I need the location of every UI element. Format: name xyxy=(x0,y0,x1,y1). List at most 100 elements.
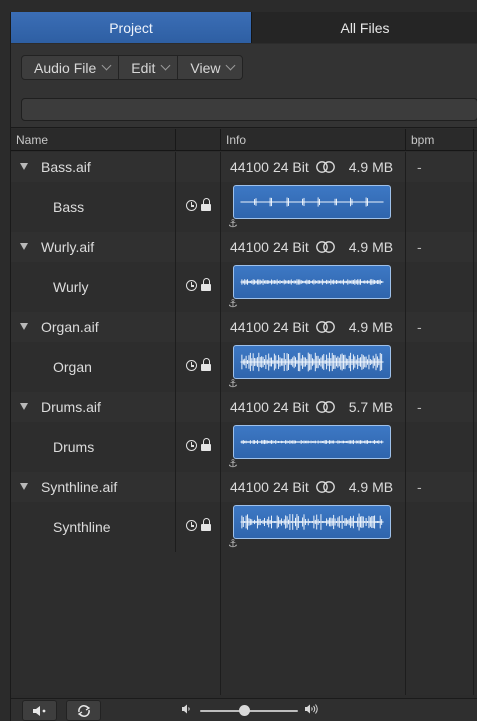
file-info: 44100 24 Bit 4.9 MB xyxy=(230,472,393,502)
column-header-info-label: Info xyxy=(226,133,247,147)
anchor-icon[interactable]: ⚓ xyxy=(228,218,238,230)
file-name: Wurly.aif xyxy=(41,239,95,255)
bpm-value: - xyxy=(417,399,422,415)
disclosure-triangle-icon[interactable] xyxy=(20,483,28,490)
region-name: Organ xyxy=(53,359,92,375)
tab-bar: Project All Files xyxy=(11,12,477,43)
bit-depth: 24 Bit xyxy=(272,239,309,255)
clock-icon[interactable] xyxy=(186,440,197,451)
menu-group: Audio File Edit View xyxy=(21,55,244,80)
preview-button[interactable] xyxy=(22,700,57,721)
column-header-bpm[interactable]: bpm xyxy=(406,129,474,151)
empty-list-area xyxy=(11,552,477,695)
clock-icon[interactable] xyxy=(186,200,197,211)
file-row[interactable]: Drums.aif 44100 24 Bit 5.7 MB - xyxy=(11,392,477,422)
clock-icon[interactable] xyxy=(186,360,197,371)
loop-button[interactable] xyxy=(66,700,101,721)
sample-rate: 44100 xyxy=(230,159,269,175)
clock-icon[interactable] xyxy=(186,280,197,291)
waveform-thumbnail[interactable] xyxy=(233,425,391,459)
bit-depth: 24 Bit xyxy=(272,479,309,495)
region-row[interactable]: Synthline ⚓ xyxy=(11,502,477,552)
file-size: 5.7 MB xyxy=(348,399,394,415)
column-header-name[interactable]: Name xyxy=(11,129,176,151)
audio-file-menu[interactable]: Audio File xyxy=(22,56,120,79)
clock-icon[interactable] xyxy=(186,520,197,531)
volume-low-icon xyxy=(182,704,190,714)
view-menu[interactable]: View xyxy=(178,56,242,79)
unlock-icon[interactable] xyxy=(201,198,212,212)
file-row[interactable]: Wurly.aif 44100 24 Bit 4.9 MB - xyxy=(11,232,477,262)
region-name: Drums xyxy=(53,439,95,455)
disclosure-triangle-icon[interactable] xyxy=(20,323,28,330)
volume-slider-thumb[interactable] xyxy=(239,705,251,716)
anchor-icon[interactable]: ⚓ xyxy=(228,538,238,550)
column-header-info[interactable]: Info xyxy=(221,129,406,151)
bpm-value: - xyxy=(417,319,422,335)
stereo-rings-icon xyxy=(315,241,335,253)
file-size: 4.9 MB xyxy=(348,479,394,495)
anchor-icon[interactable]: ⚓ xyxy=(228,458,238,470)
file-name: Synthline.aif xyxy=(41,479,118,495)
region-name: Wurly xyxy=(53,279,89,295)
disclosure-triangle-icon[interactable] xyxy=(20,403,28,410)
edit-menu[interactable]: Edit xyxy=(119,56,179,79)
file-name: Organ.aif xyxy=(41,319,99,335)
unlock-icon[interactable] xyxy=(201,278,212,292)
file-info: 44100 24 Bit 4.9 MB xyxy=(230,152,393,182)
waveform-thumbnail[interactable] xyxy=(233,505,391,539)
file-info: 44100 24 Bit 5.7 MB xyxy=(230,392,393,422)
search-input[interactable] xyxy=(21,98,477,121)
bpm-value: - xyxy=(417,159,422,175)
region-name: Bass xyxy=(53,199,85,215)
chevron-down-icon xyxy=(101,60,112,71)
tab-all-files[interactable]: All Files xyxy=(251,12,477,43)
stereo-rings-icon xyxy=(315,481,335,493)
file-size: 4.9 MB xyxy=(348,159,394,175)
waveform-thumbnail[interactable] xyxy=(233,345,391,379)
sample-rate: 44100 xyxy=(230,399,269,415)
loop-icon xyxy=(77,704,90,717)
region-row[interactable]: Bass ⚓ xyxy=(11,182,477,232)
unlock-icon[interactable] xyxy=(201,358,212,372)
column-header-blank xyxy=(176,129,221,151)
tab-project[interactable]: Project xyxy=(11,12,251,43)
bit-depth: 24 Bit xyxy=(272,399,309,415)
file-info: 44100 24 Bit 4.9 MB xyxy=(230,232,393,262)
file-name: Drums.aif xyxy=(41,399,101,415)
speaker-icon xyxy=(32,705,45,716)
file-row[interactable]: Bass.aif 44100 24 Bit 4.9 MB - xyxy=(11,152,477,182)
sample-rate: 44100 xyxy=(230,479,269,495)
bpm-value: - xyxy=(417,479,422,495)
disclosure-triangle-icon[interactable] xyxy=(20,163,28,170)
edit-menu-label: Edit xyxy=(131,59,156,76)
project-browser: Project All Files Audio File Edit View N… xyxy=(10,12,477,721)
region-row[interactable]: Organ ⚓ xyxy=(11,342,477,392)
toolbar: Audio File Edit View xyxy=(11,44,477,128)
sample-rate: 44100 xyxy=(230,239,269,255)
anchor-icon[interactable]: ⚓ xyxy=(228,378,238,390)
file-row[interactable]: Organ.aif 44100 24 Bit 4.9 MB - xyxy=(11,312,477,342)
column-header-name-label: Name xyxy=(16,133,49,147)
stereo-rings-icon xyxy=(315,401,335,413)
region-row[interactable]: Drums ⚓ xyxy=(11,422,477,472)
waveform-thumbnail[interactable] xyxy=(233,185,391,219)
bottom-bar xyxy=(11,698,477,721)
region-row[interactable]: Wurly ⚓ xyxy=(11,262,477,312)
column-header-bpm-label: bpm xyxy=(411,133,435,147)
waveform-thumbnail[interactable] xyxy=(233,265,391,299)
disclosure-triangle-icon[interactable] xyxy=(20,243,28,250)
unlock-icon[interactable] xyxy=(201,518,212,532)
file-list: Bass.aif 44100 24 Bit 4.9 MB - Bass ⚓ Wurly.aif… xyxy=(11,152,477,552)
view-menu-label: View xyxy=(190,59,221,76)
file-size: 4.9 MB xyxy=(348,239,394,255)
stereo-rings-icon xyxy=(315,321,335,333)
region-name: Synthline xyxy=(53,519,111,535)
bit-depth: 24 Bit xyxy=(272,159,309,175)
file-row[interactable]: Synthline.aif 44100 24 Bit 4.9 MB - xyxy=(11,472,477,502)
file-name: Bass.aif xyxy=(41,159,91,175)
bpm-value: - xyxy=(417,239,422,255)
bit-depth: 24 Bit xyxy=(272,319,309,335)
unlock-icon[interactable] xyxy=(201,438,212,452)
anchor-icon[interactable]: ⚓ xyxy=(228,298,238,310)
